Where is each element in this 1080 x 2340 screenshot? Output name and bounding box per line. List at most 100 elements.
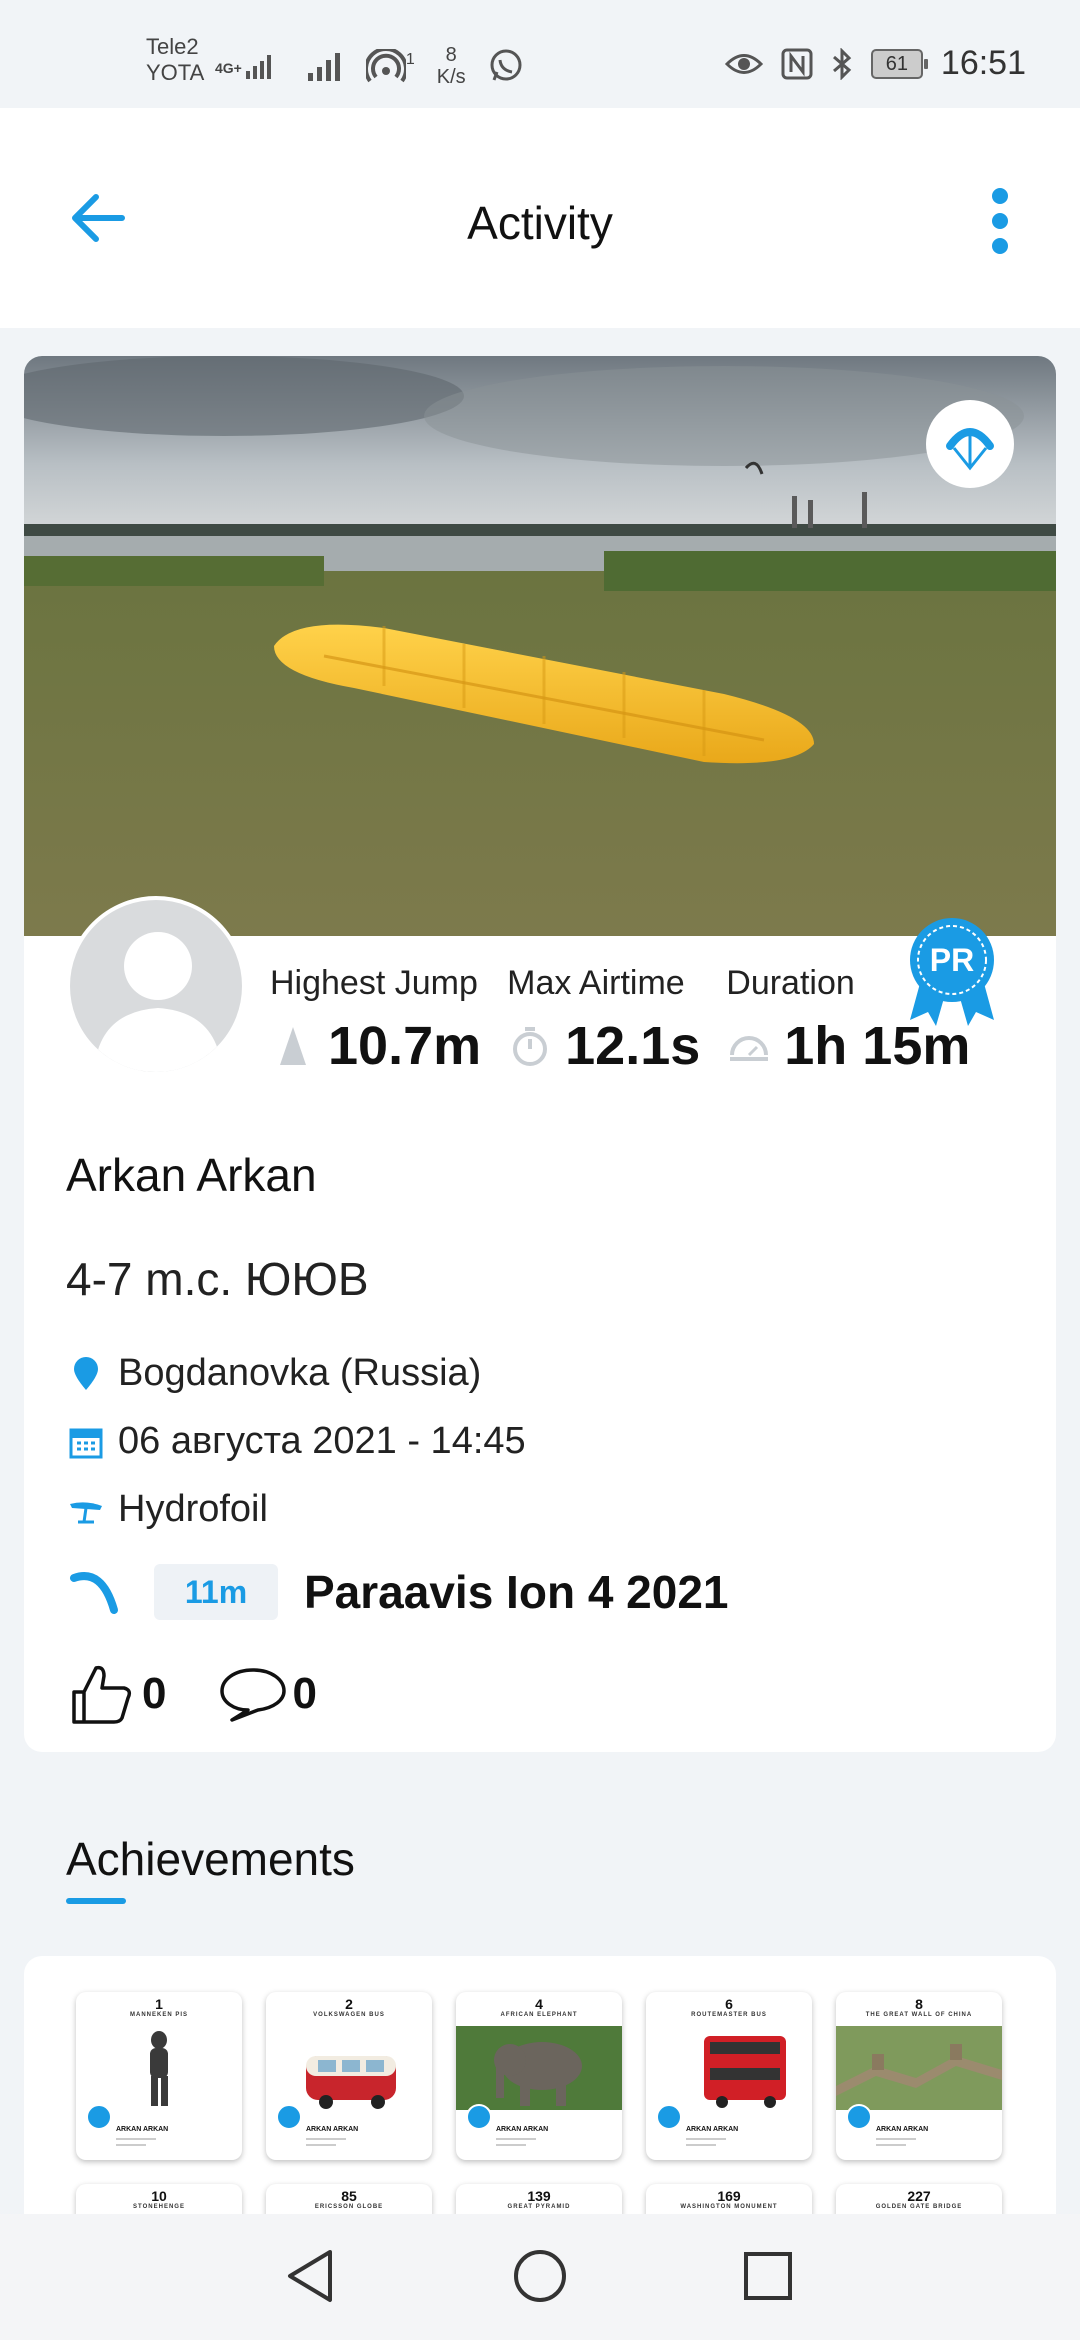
vw-bus-icon (306, 2056, 396, 2109)
stat-max-airtime: Max Airtime 12.1s (507, 964, 700, 1077)
achievement-avatar (466, 2104, 492, 2130)
achievement-avatar (86, 2104, 112, 2130)
comment-icon (220, 1668, 287, 1722)
achievements-title: Achievements (66, 1833, 355, 1885)
nav-back-icon[interactable] (282, 2246, 342, 2306)
activity-photo[interactable] (24, 356, 1056, 936)
achievement-user: ARKAN ARKAN (306, 2126, 359, 2133)
network-speed-value: 8 (445, 44, 457, 66)
achievement-caption: MANNEKEN PIS (129, 2012, 188, 2018)
system-nav-bar (0, 2214, 1080, 2340)
achievement-caption: ROUTEMASTER BUS (691, 2012, 767, 2018)
stat-label: Highest Jump (270, 964, 478, 1002)
achievement-caption: AFRICAN ELEPHANT (500, 2012, 578, 2018)
user-avatar[interactable] (66, 896, 246, 1076)
location-row: Bogdanovka (Russia) (68, 1352, 481, 1395)
hotspot-count: 1 (405, 51, 415, 68)
nav-recents-icon[interactable] (738, 2246, 798, 2306)
achievement-user: ARKAN ARKAN (876, 2126, 929, 2133)
signal-icon-1: 4G+ (215, 53, 276, 79)
stat-label: Max Airtime (507, 964, 685, 1002)
board-row: Hydrofoil (68, 1488, 268, 1531)
achievement-number: 139 (527, 2188, 551, 2204)
like-count: 0 (142, 1669, 167, 1718)
calendar-icon (69, 1428, 103, 1458)
like-button[interactable] (68, 1662, 138, 1726)
personal-record-badge[interactable]: PR (904, 916, 1000, 1026)
comment-button[interactable] (218, 1664, 288, 1724)
achievement-card[interactable]: 8 THE GREAT WALL OF CHINA ARKAN ARKAN (836, 1992, 1002, 2160)
kite-gear-icon (70, 1572, 118, 1614)
eye-icon (724, 53, 763, 74)
achievement-caption: ERICSSON GLOBE (314, 2204, 384, 2210)
date-row: 06 августа 2021 - 14:45 (68, 1420, 526, 1463)
nav-home-icon[interactable] (510, 2246, 570, 2306)
achievement-number: 6 (725, 1996, 733, 2012)
social-row: 0 0 (68, 1662, 369, 1726)
achievement-number: 1 (155, 1996, 163, 2012)
kite-icon (946, 428, 994, 471)
board-type-text: Hydrofoil (118, 1488, 268, 1530)
activity-card[interactable]: Highest Jump 10.7m Max Airtime 12.1s Dur… (24, 356, 1056, 1752)
kite-size-chip: 11m (154, 1564, 278, 1620)
more-vert-icon (992, 188, 1008, 204)
achievements-panel: 1 MANNEKEN PIS ARKAN ARKAN 2 VOLKSWAGEN … (24, 1956, 1056, 2256)
datetime-text: 06 августа 2021 - 14:45 (118, 1420, 526, 1462)
hydrofoil-icon (70, 1501, 102, 1523)
activity-stats: Highest Jump 10.7m Max Airtime 12.1s Dur… (270, 964, 996, 1077)
achievement-card[interactable]: 6 ROUTEMASTER BUS ARKAN ARKAN (646, 1992, 812, 2160)
stat-highest-jump: Highest Jump 10.7m (270, 964, 481, 1077)
comment-count: 0 (292, 1669, 317, 1718)
signal-icon-2 (307, 53, 340, 81)
achievement-number: 4 (535, 1996, 543, 2012)
network-speed-unit: K/s (436, 66, 466, 88)
achievement-caption: GREAT PYRAMID (507, 2204, 571, 2210)
status-bar: Tele2 YOTA 4G+ 1 8 K/s 61 16:51 (0, 0, 1080, 108)
network-speed: 8 K/s (437, 44, 466, 88)
elephant-icon (456, 2026, 622, 2110)
gear-row[interactable]: 11m Paraavis Ion 4 2021 (68, 1564, 729, 1620)
achievement-number: 10 (151, 2188, 167, 2204)
pr-label: PR (930, 942, 974, 978)
page-title: Activity (467, 197, 613, 249)
double-decker-bus-icon (704, 2036, 786, 2108)
more-options-button[interactable] (980, 188, 1020, 254)
achievement-card[interactable]: 4 AFRICAN ELEPHANT ARKAN ARKAN (456, 1992, 622, 2160)
achievement-number: 227 (907, 2188, 931, 2204)
achievement-number: 8 (915, 1996, 923, 2012)
user-silhouette-icon (94, 932, 222, 1072)
achievement-avatar (846, 2104, 872, 2130)
achievement-user: ARKAN ARKAN (496, 2126, 549, 2133)
achievement-caption: THE GREAT WALL OF CHINA (865, 2012, 973, 2018)
carrier-info: Tele2 YOTA (146, 34, 204, 86)
statue-icon (150, 2031, 168, 2106)
location-pin-icon (74, 1356, 98, 1390)
achievement-caption: VOLKSWAGEN BUS (313, 2012, 385, 2018)
stopwatch-icon (513, 1027, 548, 1066)
status-left-icons: 4G+ 1 8 K/s (215, 44, 524, 88)
achievement-user: ARKAN ARKAN (116, 2126, 169, 2133)
achievement-user: ARKAN ARKAN (686, 2126, 739, 2133)
bluetooth-icon (832, 47, 852, 80)
achievements-underline (66, 1898, 126, 1904)
sport-type-badge (926, 400, 1014, 488)
achievement-caption: STONEHENGE (133, 2204, 185, 2210)
achievement-card[interactable]: 2 VOLKSWAGEN BUS ARKAN ARKAN (266, 1992, 432, 2160)
achievement-number: 2 (345, 1996, 353, 2012)
jump-icon (280, 1027, 306, 1065)
great-wall-icon (836, 2026, 1002, 2110)
battery-icon: 61 (870, 48, 928, 79)
duration-icon (730, 1036, 769, 1061)
status-time: 16:51 (940, 44, 1026, 82)
whatsapp-icon (490, 49, 522, 81)
stat-value: 10.7m (328, 1016, 482, 1076)
carrier-name-2: YOTA (146, 60, 205, 85)
nfc-icon (781, 48, 813, 79)
user-name[interactable]: Arkan Arkan (66, 1148, 317, 1202)
achievement-number: 169 (717, 2188, 741, 2204)
app-bar: Activity (0, 108, 1080, 328)
network-type: 4G+ (215, 60, 242, 76)
achievement-card[interactable]: 1 MANNEKEN PIS ARKAN ARKAN (76, 1992, 242, 2160)
ribbon-icon: PR (910, 918, 994, 1026)
thumbs-up-icon (72, 1665, 132, 1724)
